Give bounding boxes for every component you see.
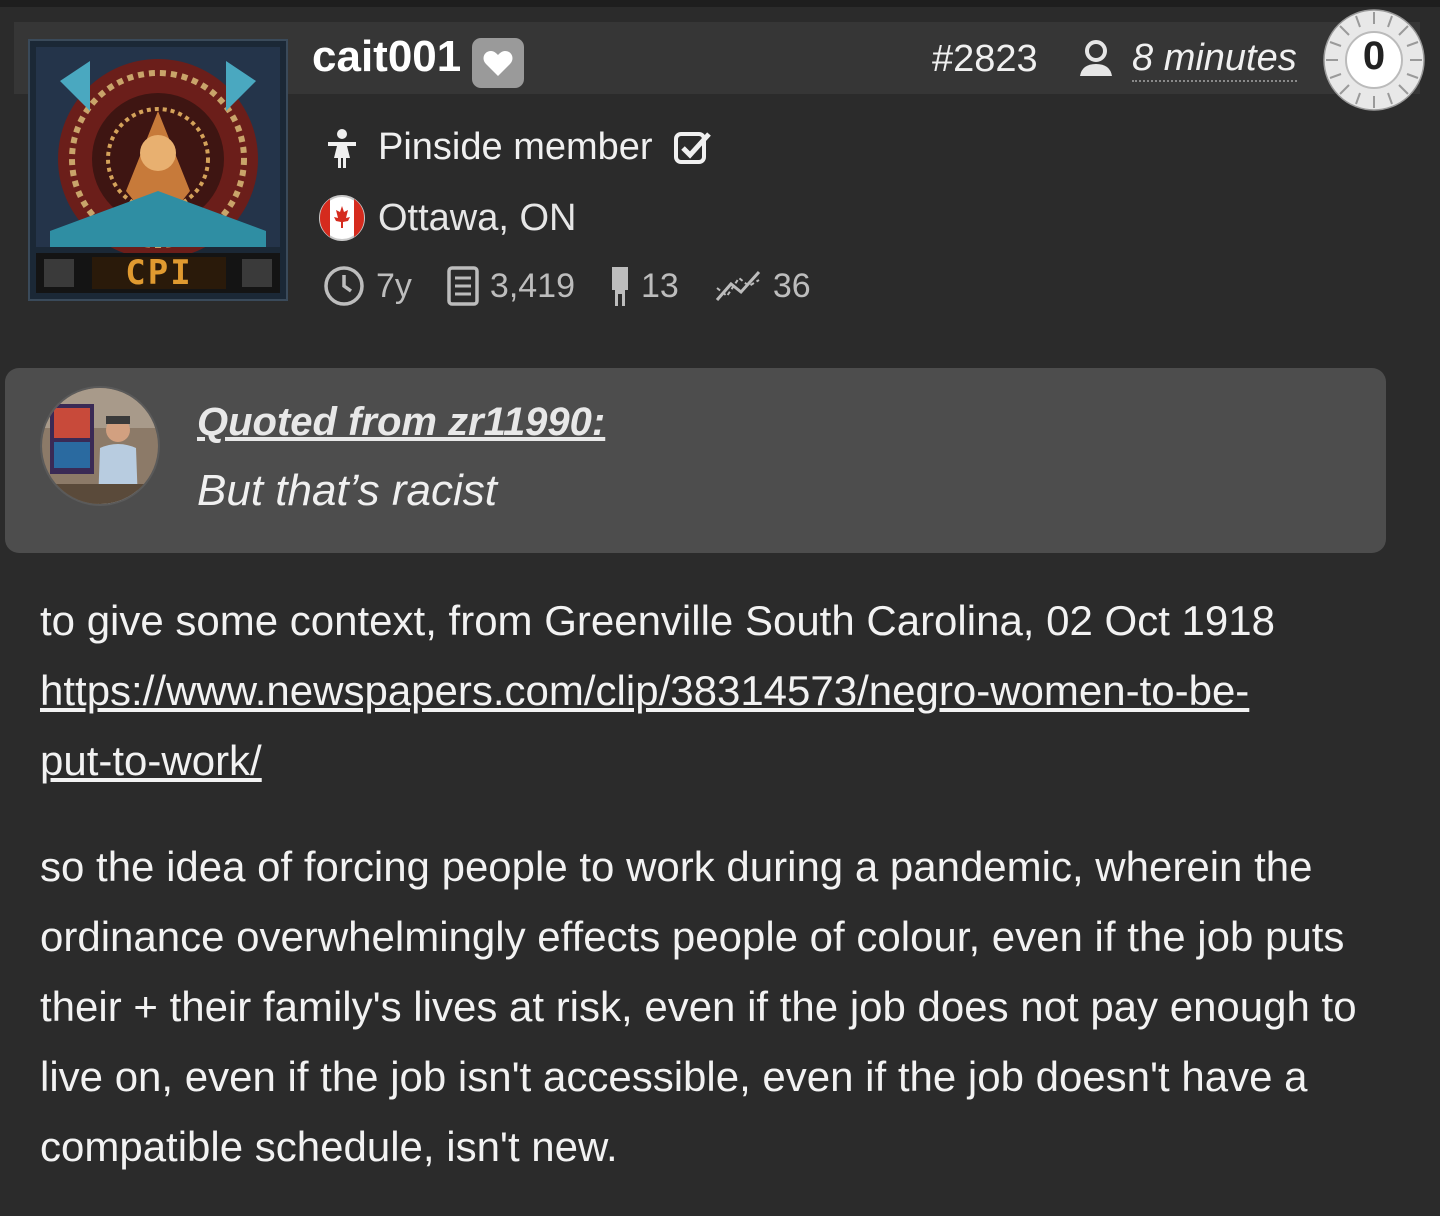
post-body-intro: to give some context, from Greenville So… [40, 586, 1380, 796]
newspaper-link-line2[interactable]: put-to-work/ [40, 737, 262, 784]
user-icon [1080, 40, 1112, 76]
pinball-icon [612, 267, 629, 306]
intro-text: to give some context, from Greenville So… [40, 597, 1275, 644]
heart-badge [472, 38, 524, 88]
post-body-paragraph: so the idea of forcing people to work du… [40, 843, 1357, 1170]
document-icon [447, 266, 479, 306]
stat-machines-value: 13 [641, 266, 679, 305]
canada-flag-icon [319, 195, 365, 241]
user-avatar[interactable]: CPI [28, 39, 288, 301]
trend-icon [715, 270, 760, 301]
post-time[interactable]: 8 minutes [1132, 36, 1297, 82]
stat-posts-value: 3,419 [489, 266, 576, 305]
quote-text: But that’s racist [197, 466, 497, 515]
member-row: Pinside member [322, 126, 713, 169]
stats-row: 7y 3,419 13 36 [322, 264, 845, 308]
location-row: Ottawa, ON [318, 194, 577, 242]
newspaper-link[interactable]: https://www.newspapers.com/clip/38314573… [40, 667, 1249, 784]
checkbox-icon [673, 131, 711, 164]
post-number[interactable]: #2823 [932, 38, 1038, 81]
clock-icon [324, 266, 364, 306]
stat-member-age[interactable]: 7y [322, 264, 412, 308]
stat-posts[interactable]: 3,419 [446, 265, 575, 307]
stat-machines[interactable]: 13 [609, 264, 679, 308]
quoted-user-avatar[interactable] [40, 386, 160, 506]
score-value: 0 [1362, 34, 1386, 78]
person-icon [328, 128, 356, 168]
stat-trend[interactable]: 36 [713, 266, 811, 306]
avatar-label: CPI [125, 253, 193, 293]
top-bar [0, 0, 1440, 7]
newspaper-link-line1[interactable]: https://www.newspapers.com/clip/38314573… [40, 667, 1249, 714]
location-label: Ottawa, ON [378, 196, 577, 239]
stat-trend-value: 36 [772, 266, 811, 305]
member-label: Pinside member [378, 126, 653, 168]
heart-icon [483, 51, 513, 76]
stat-age-value: 7y [376, 266, 412, 305]
username[interactable]: cait001 [312, 32, 461, 82]
quote-box [5, 368, 1386, 553]
quote-author-link[interactable]: Quoted from zr11990: [197, 400, 605, 445]
